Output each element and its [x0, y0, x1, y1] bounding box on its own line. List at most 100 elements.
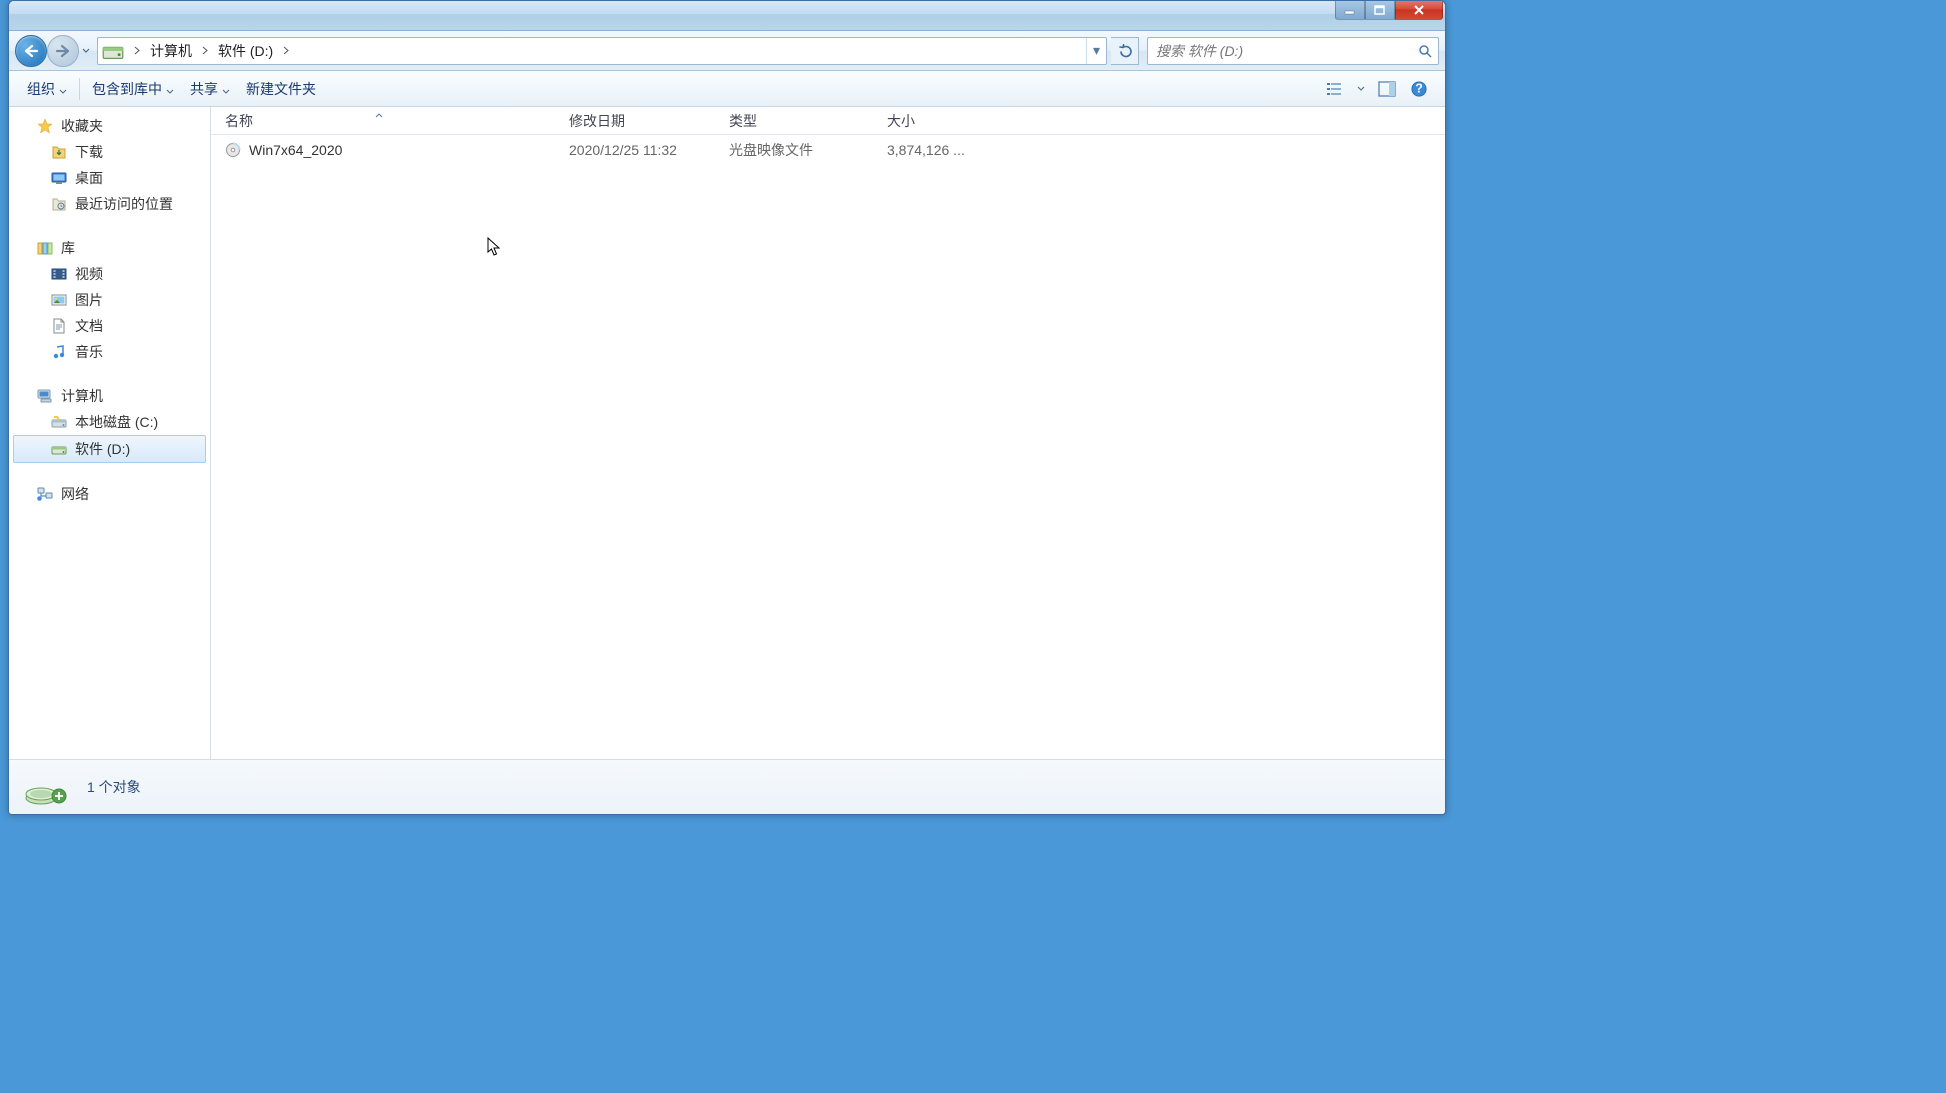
- view-mode-button[interactable]: [1321, 77, 1349, 101]
- svg-text:?: ?: [1415, 81, 1423, 95]
- sidebar: 收藏夹 下载 桌面 最近访问的位置 库: [9, 107, 211, 759]
- col-date-label: 修改日期: [569, 111, 625, 131]
- sidebar-item-music[interactable]: 音乐: [9, 339, 210, 365]
- search-box[interactable]: [1147, 37, 1439, 65]
- view-list-icon: [1326, 81, 1344, 97]
- close-icon: [1413, 5, 1425, 15]
- close-button[interactable]: [1395, 0, 1443, 20]
- sidebar-item-videos[interactable]: 视频: [9, 261, 210, 287]
- drive-c-icon: [51, 414, 67, 430]
- file-name: Win7x64_2020: [249, 142, 342, 158]
- back-button[interactable]: [15, 35, 47, 67]
- maximize-button[interactable]: [1365, 0, 1395, 20]
- separator: [79, 78, 80, 100]
- chevron-down-icon: [82, 48, 90, 54]
- help-icon: ?: [1410, 81, 1428, 97]
- include-library-button[interactable]: 包含到库中: [84, 75, 182, 103]
- content-area: 名称 修改日期 类型 大小 Win7x64_2020 2020/12/25 11…: [211, 107, 1445, 759]
- sort-asc-icon: [375, 107, 383, 121]
- col-type-label: 类型: [729, 111, 757, 131]
- sidebar-label: 桌面: [75, 168, 103, 188]
- breadcrumb-current[interactable]: 软件 (D:): [214, 38, 277, 64]
- video-icon: [51, 266, 67, 282]
- file-size: 3,874,126 ...: [873, 142, 983, 158]
- chevron-down-icon: [222, 81, 230, 97]
- forward-button[interactable]: [47, 35, 79, 67]
- sidebar-label: 音乐: [75, 342, 103, 362]
- column-type[interactable]: 类型: [715, 107, 873, 134]
- address-dropdown[interactable]: ▾: [1086, 38, 1106, 64]
- column-name[interactable]: 名称: [211, 107, 555, 134]
- col-name-label: 名称: [225, 111, 253, 131]
- sidebar-favorites-head[interactable]: 收藏夹: [9, 113, 210, 139]
- column-size[interactable]: 大小: [873, 107, 983, 134]
- sidebar-item-drive-c[interactable]: 本地磁盘 (C:): [9, 409, 210, 435]
- column-headers: 名称 修改日期 类型 大小: [211, 107, 1445, 135]
- status-bar: 1 个对象: [9, 759, 1445, 814]
- maximize-icon: [1374, 5, 1386, 15]
- preview-pane-icon: [1378, 81, 1396, 97]
- chevron-down-icon: [1357, 86, 1365, 91]
- drive-large-icon: [23, 768, 69, 806]
- sidebar-favorites-group: 收藏夹 下载 桌面 最近访问的位置: [9, 113, 210, 217]
- share-label: 共享: [190, 79, 218, 99]
- sidebar-label: 下载: [75, 142, 103, 162]
- window-controls: [1335, 0, 1443, 20]
- sidebar-item-drive-d[interactable]: 软件 (D:): [13, 435, 206, 463]
- help-button[interactable]: ?: [1405, 77, 1433, 101]
- breadcrumb-sep[interactable]: [277, 38, 295, 64]
- back-arrow-icon: [23, 44, 39, 58]
- new-folder-button[interactable]: 新建文件夹: [238, 75, 324, 103]
- downloads-icon: [51, 144, 67, 160]
- organize-button[interactable]: 组织: [19, 75, 75, 103]
- sidebar-item-desktop[interactable]: 桌面: [9, 165, 210, 191]
- music-icon: [51, 344, 67, 360]
- refresh-button[interactable]: [1111, 37, 1139, 65]
- search-icon[interactable]: [1412, 44, 1438, 58]
- sidebar-library-head[interactable]: 库: [9, 235, 210, 261]
- network-icon: [37, 486, 53, 502]
- desktop-icon: [51, 170, 67, 186]
- sidebar-computer-head[interactable]: 计算机: [9, 383, 210, 409]
- explorer-window: 计算机 软件 (D:) ▾ 组织 包含到库中 共享: [8, 0, 1446, 815]
- organize-label: 组织: [27, 79, 55, 99]
- sidebar-item-recent[interactable]: 最近访问的位置: [9, 191, 210, 217]
- breadcrumb-sep[interactable]: [196, 38, 214, 64]
- history-dropdown[interactable]: [79, 48, 93, 54]
- file-name-cell: Win7x64_2020: [211, 142, 555, 158]
- chevron-down-icon: [166, 81, 174, 97]
- navigation-bar: 计算机 软件 (D:) ▾: [9, 31, 1445, 71]
- sidebar-item-pictures[interactable]: 图片: [9, 287, 210, 313]
- nav-arrows: [15, 35, 93, 67]
- preview-pane-button[interactable]: [1373, 77, 1401, 101]
- file-list[interactable]: Win7x64_2020 2020/12/25 11:32 光盘映像文件 3,8…: [211, 135, 1445, 759]
- drive-d-icon: [51, 441, 67, 457]
- breadcrumb-computer[interactable]: 计算机: [146, 38, 196, 64]
- view-mode-dropdown[interactable]: [1353, 77, 1369, 101]
- file-row[interactable]: Win7x64_2020 2020/12/25 11:32 光盘映像文件 3,8…: [211, 135, 1445, 165]
- toolbar: 组织 包含到库中 共享 新建文件夹 ?: [9, 71, 1445, 107]
- status-text: 1 个对象: [87, 777, 141, 797]
- computer-icon: [37, 388, 53, 404]
- body: 收藏夹 下载 桌面 最近访问的位置 库: [9, 107, 1445, 759]
- network-label: 网络: [61, 484, 89, 504]
- sidebar-item-downloads[interactable]: 下载: [9, 139, 210, 165]
- sidebar-computer-group: 计算机 本地磁盘 (C:) 软件 (D:): [9, 383, 210, 463]
- column-date[interactable]: 修改日期: [555, 107, 715, 134]
- sidebar-item-documents[interactable]: 文档: [9, 313, 210, 339]
- refresh-icon: [1118, 44, 1132, 58]
- titlebar: [9, 1, 1445, 31]
- computer-label: 计算机: [61, 386, 103, 406]
- breadcrumb-sep[interactable]: [128, 38, 146, 64]
- favorites-label: 收藏夹: [61, 116, 103, 136]
- forward-arrow-icon: [55, 44, 71, 58]
- library-icon: [37, 240, 53, 256]
- recent-icon: [51, 196, 67, 212]
- include-label: 包含到库中: [92, 79, 162, 99]
- minimize-button[interactable]: [1335, 0, 1365, 20]
- address-bar[interactable]: 计算机 软件 (D:) ▾: [97, 37, 1107, 65]
- sidebar-network-head[interactable]: 网络: [9, 481, 210, 507]
- sidebar-label: 本地磁盘 (C:): [75, 412, 158, 432]
- search-input[interactable]: [1148, 43, 1412, 59]
- share-button[interactable]: 共享: [182, 75, 238, 103]
